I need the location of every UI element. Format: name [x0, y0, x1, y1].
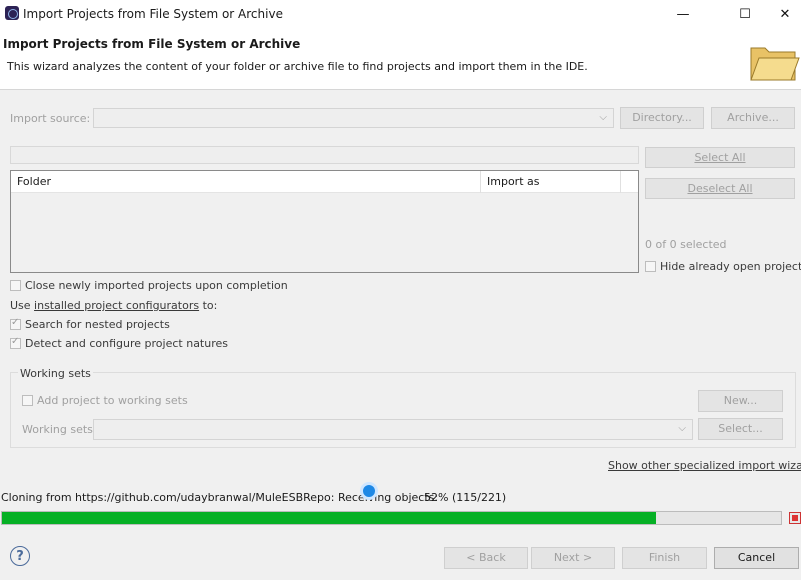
stop-icon[interactable] [789, 512, 801, 524]
hide-open-checkbox[interactable] [645, 261, 656, 272]
import-source-label: Import source: [10, 112, 91, 125]
table-header: Folder Import as [11, 171, 638, 193]
cancel-button[interactable]: Cancel [714, 547, 799, 569]
configurators-link[interactable]: installed project configurators [34, 299, 199, 312]
chevron-down-icon: ⌵ [678, 423, 686, 434]
wizard-banner: Import Projects from File System or Arch… [0, 28, 801, 90]
import-source-combo[interactable]: ⌵ [93, 108, 614, 128]
finish-label: Finish [648, 551, 681, 564]
specialized-wizards-link[interactable]: Show other specialized import wizards [608, 459, 801, 472]
title-bar: Import Projects from File System or Arch… [0, 0, 801, 28]
select-all-label: Select All [694, 151, 746, 164]
add-working-sets-checkbox[interactable] [22, 395, 33, 406]
progress-bar [1, 511, 782, 525]
detect-natures-checkbox[interactable] [10, 336, 21, 349]
directory-button[interactable]: Directory... [620, 107, 704, 129]
minimize-button[interactable]: — [660, 0, 706, 28]
finish-button[interactable]: Finish [622, 547, 707, 569]
close-imported-label: Close newly imported projects upon compl… [25, 279, 288, 292]
configurators-line: Use installed project configurators to: [10, 299, 217, 312]
next-button[interactable]: Next > [531, 547, 615, 569]
progress-fill [2, 512, 656, 524]
configurators-suffix: to: [199, 299, 218, 312]
back-label: < Back [466, 551, 506, 564]
progress-percent: 52% (115/221) [424, 491, 507, 504]
chevron-down-icon: ⌵ [599, 112, 607, 123]
detect-natures-label: Detect and configure project natures [25, 337, 228, 350]
selection-count: 0 of 0 selected [645, 238, 727, 251]
column-import-as[interactable]: Import as [481, 171, 621, 193]
wizard-title: Import Projects from File System or Arch… [3, 37, 301, 51]
back-button[interactable]: < Back [444, 547, 528, 569]
select-all-button[interactable]: Select All [645, 147, 795, 168]
archive-button[interactable]: Archive... [711, 107, 795, 129]
next-label: Next > [553, 551, 593, 564]
search-nested-label: Search for nested projects [25, 318, 170, 331]
deselect-all-label: Deselect All [687, 182, 753, 195]
configurators-prefix: Use [10, 299, 35, 312]
add-working-sets-label: Add project to working sets [37, 394, 188, 407]
working-sets-title: Working sets [18, 367, 93, 380]
filter-input[interactable] [10, 146, 639, 164]
search-nested-checkbox[interactable] [10, 317, 21, 330]
projects-table[interactable]: Folder Import as [10, 170, 639, 273]
working-sets-label: Working sets: [22, 423, 97, 436]
hide-open-label: Hide already open projects [660, 260, 801, 273]
column-folder[interactable]: Folder [11, 171, 481, 193]
new-working-set-button[interactable]: New... [698, 390, 783, 412]
window-title: Import Projects from File System or Arch… [23, 7, 283, 21]
folder-icon [750, 47, 800, 81]
close-imported-checkbox[interactable] [10, 280, 21, 291]
mouse-cursor-indicator [360, 482, 378, 500]
eclipse-app-icon [5, 6, 19, 20]
wizard-description: This wizard analyzes the content of your… [7, 60, 588, 73]
select-working-sets-button[interactable]: Select... [698, 418, 783, 440]
working-sets-combo[interactable]: ⌵ [93, 419, 693, 440]
close-button[interactable]: ✕ [762, 0, 801, 28]
deselect-all-button[interactable]: Deselect All [645, 178, 795, 199]
help-icon[interactable]: ? [10, 546, 30, 566]
